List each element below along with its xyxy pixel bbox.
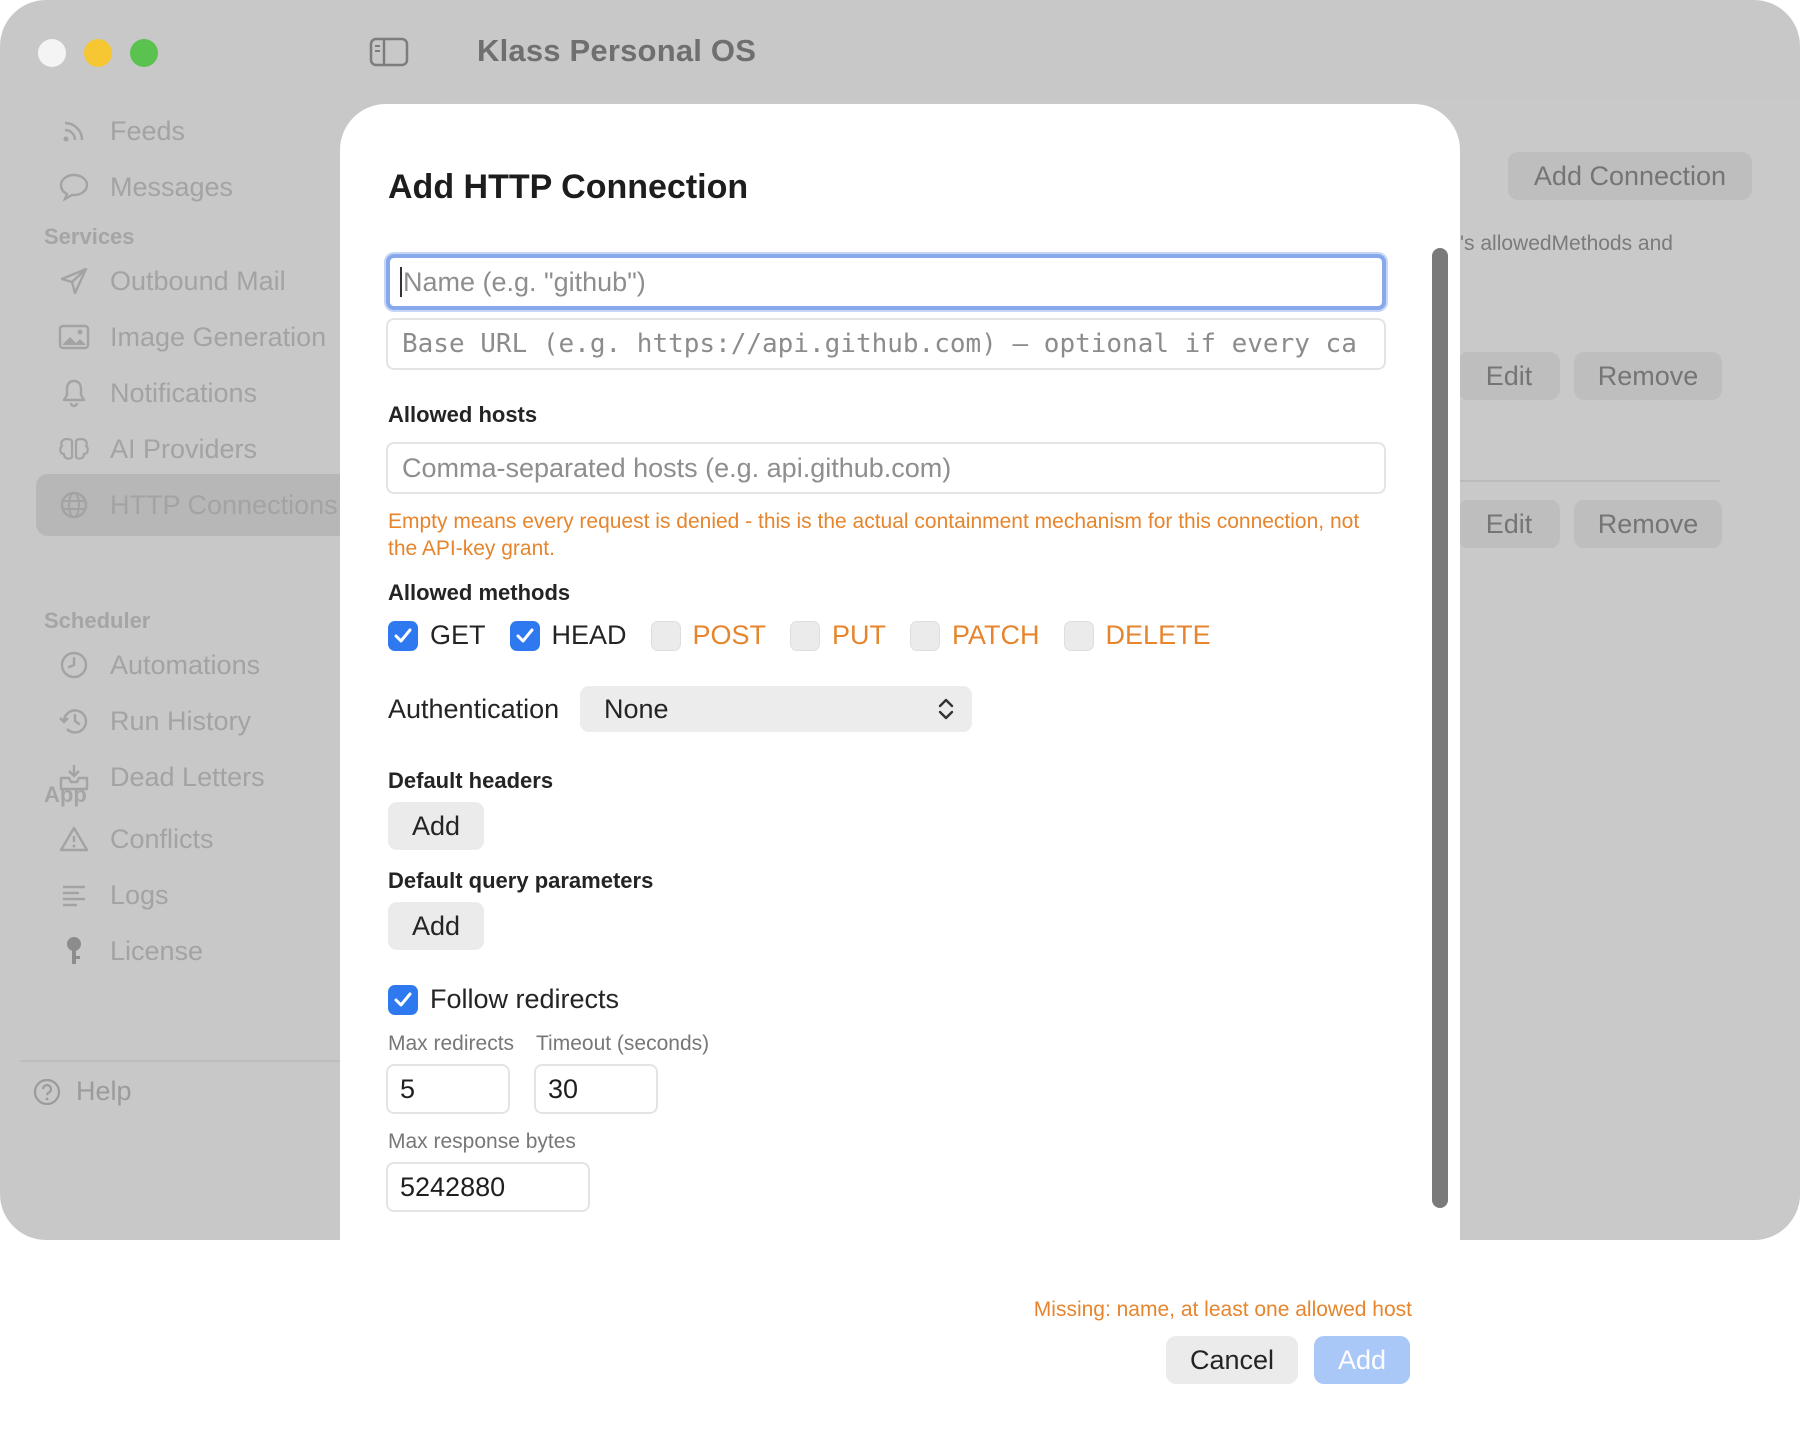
base-url-input[interactable]: Base URL (e.g. https://api.github.com) –… [386,318,1386,370]
sidebar-section-services: Services [44,224,135,249]
text-lines-icon [54,875,94,915]
paper-plane-icon [54,261,94,301]
up-down-chevron-icon [938,698,954,720]
text-caret [400,267,402,297]
checkbox-box [790,620,821,651]
method-patch-checkbox[interactable]: PATCH [910,620,1040,651]
sidebar-item-label: Dead Letters [110,761,265,792]
sidebar-item-label: Outbound Mail [110,265,286,296]
method-label: HEAD [551,620,627,650]
history-icon [54,701,94,741]
default-query-parameters-label: Default query parameters [388,868,654,893]
method-label: POST [692,620,767,650]
allowed-hosts-label: Allowed hosts [388,402,538,427]
follow-redirects-checkbox[interactable]: Follow redirects [388,984,619,1015]
add-button[interactable]: Add [1314,1336,1410,1384]
method-label: PUT [832,620,887,650]
scroll-fade [340,1244,1460,1284]
rss-icon [54,111,94,151]
sidebar-item-label: Automations [110,649,261,680]
name-placeholder: Name (e.g. "github") [403,266,646,297]
max-redirects-label: Max redirects [388,1032,515,1055]
close-window-button[interactable] [38,39,66,67]
bell-icon [54,373,94,413]
sidebar-item-label: Image Generation [110,321,327,352]
sidebar-item-label: AI Providers [110,433,258,464]
row-divider [1460,480,1720,482]
authentication-select[interactable]: None [580,686,972,732]
validation-message: Missing: name, at least one allowed host [1033,1298,1412,1321]
globe-icon [54,485,94,525]
add-query-parameter-button[interactable]: Add [388,902,484,950]
checkbox-box [1063,620,1094,651]
allowed-hosts-warning: Empty means every request is denied - th… [388,510,1360,560]
name-input[interactable]: Name (e.g. "github") [386,254,1386,310]
allowed-methods-label: Allowed methods [388,580,571,605]
sidebar-item-label: Run History [110,705,252,736]
checkbox-box [650,620,681,651]
method-label: PATCH [952,620,1040,650]
max-response-bytes-label: Max response bytes [388,1130,576,1153]
add-connection-button[interactable]: Add Connection [1508,152,1752,200]
edit-connection-button[interactable]: Edit [1458,500,1560,548]
allowed-methods-group: GET HEAD POST PUT PATCH DELETE [388,620,1235,651]
checkbox-box [910,620,941,651]
connections-description: 's allowedMethods and [1460,232,1673,255]
authentication-label: Authentication [388,694,560,724]
sidebar-item-label: Messages [110,171,234,202]
method-label: DELETE [1105,620,1211,650]
help-label: Help [76,1076,132,1106]
remove-connection-button[interactable]: Remove [1574,352,1722,400]
sidebar-item-label: HTTP Connections [110,489,338,520]
method-label: GET [430,620,486,650]
allowed-hosts-input[interactable]: Comma-separated hosts (e.g. api.github.c… [386,442,1386,494]
sidebar-item-label: Notifications [110,377,258,408]
question-circle-icon [33,1078,61,1105]
sidebar-toggle-button[interactable] [369,36,409,68]
edit-connection-button[interactable]: Edit [1458,352,1560,400]
checkmark-icon [388,984,418,1015]
follow-redirects-label: Follow redirects [430,984,620,1014]
allowed-hosts-placeholder: Comma-separated hosts (e.g. api.github.c… [402,452,952,483]
window-title: Klass Personal OS [477,33,757,68]
image-icon [54,317,94,357]
clock-icon [54,645,94,685]
remove-connection-button[interactable]: Remove [1574,500,1722,548]
checkmark-icon [388,620,418,651]
add-http-connection-dialog: Add HTTP Connection Name (e.g. "github")… [340,104,1460,1432]
max-response-bytes-input[interactable]: 5242880 [386,1162,590,1212]
cancel-button[interactable]: Cancel [1166,1336,1298,1384]
method-get-checkbox[interactable]: GET [388,620,486,651]
warning-triangle-icon [54,819,94,859]
speech-bubble-icon [54,167,94,207]
max-redirects-input[interactable]: 5 [386,1064,510,1114]
brain-icon [54,429,94,469]
authentication-value: None [604,693,669,724]
method-delete-checkbox[interactable]: DELETE [1063,620,1211,651]
timeout-label: Timeout (seconds) [536,1032,710,1055]
sidebar-section-app: App [44,782,87,807]
help-button[interactable]: Help [32,1076,132,1107]
sidebar-item-label: Logs [110,879,169,910]
sidebar-item-label: License [110,935,204,966]
method-head-checkbox[interactable]: HEAD [509,620,627,651]
checkmark-icon [509,620,540,651]
sidebar-item-label: Conflicts [110,823,214,854]
timeout-input[interactable]: 30 [534,1064,658,1114]
key-icon [54,931,94,971]
sidebar-item-label: Feeds [110,115,186,146]
sidebar-toggle-icon [369,37,409,67]
method-post-checkbox[interactable]: POST [650,620,767,651]
minimize-window-button[interactable] [84,39,112,67]
sidebar-section-scheduler: Scheduler [44,608,151,633]
base-url-placeholder: Base URL (e.g. https://api.github.com) –… [402,329,1357,359]
maximize-window-button[interactable] [130,39,158,67]
default-headers-label: Default headers [388,768,554,793]
add-header-button[interactable]: Add [388,802,484,850]
method-put-checkbox[interactable]: PUT [790,620,886,651]
title-bar: Klass Personal OS [0,0,1800,100]
scrollbar-thumb[interactable] [1432,248,1448,1208]
dialog-title: Add HTTP Connection [388,168,749,206]
